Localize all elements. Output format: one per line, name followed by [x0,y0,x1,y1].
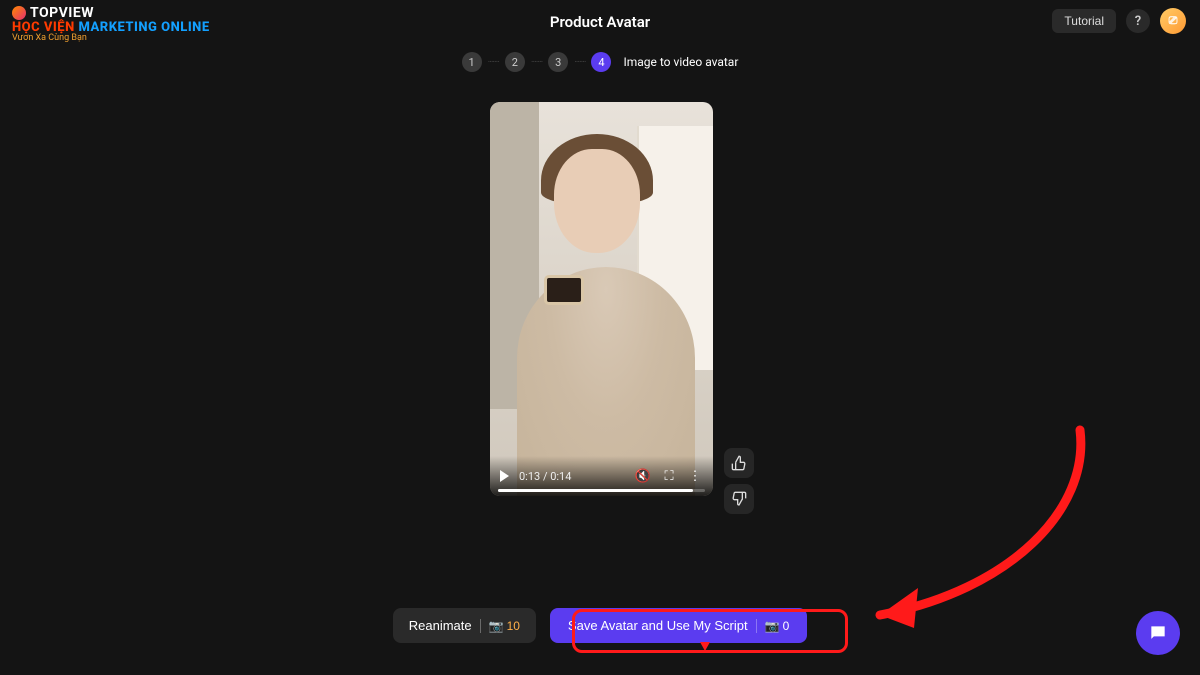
chat-icon [1148,623,1168,643]
brand-logo: TOPVIEW HỌC VIỆN MARKETING ONLINE Vươn X… [12,6,210,44]
logo-tagline: Vươn Xa Cùng Bạn [12,34,210,43]
page-title: Product Avatar [550,13,650,31]
avatar-icon: ⎚ [1169,14,1178,28]
step-separator: ······· [574,57,585,68]
header-actions: Tutorial ? ⎚ [1052,8,1186,34]
save-avatar-label: Save Avatar and Use My Script [568,618,748,633]
video-time: 0:13 / 0:14 [519,470,571,483]
help-button[interactable]: ? [1126,9,1150,33]
save-cost-value: 0 [783,619,790,633]
divider [480,619,481,633]
step-4-active[interactable]: 4 [591,52,611,72]
annotation-arrow-icon [840,420,1100,640]
tutorial-button[interactable]: Tutorial [1052,9,1116,33]
logo-mark-icon [12,6,26,20]
step-4-label: Image to video avatar [623,55,738,69]
thumbs-down-button[interactable] [724,484,754,514]
step-3[interactable]: 3 [548,52,568,72]
step-1[interactable]: 1 [462,52,482,72]
reanimate-cost-value: 10 [507,619,520,633]
credit-icon: 📷 [489,619,504,633]
thumbs-up-button[interactable] [724,448,754,478]
credit-icon: 📷 [765,619,780,633]
step-separator: ······· [531,57,542,68]
save-avatar-button[interactable]: Save Avatar and Use My Script 📷 0 [550,608,807,643]
brand-name: TOPVIEW [30,6,94,21]
more-icon[interactable]: ⋮ [687,468,703,484]
user-avatar[interactable]: ⎚ [1160,8,1186,34]
reanimate-cost: 📷 10 [489,619,520,633]
reanimate-label: Reanimate [409,618,472,633]
video-progress[interactable] [498,489,705,492]
thumbs-down-icon [731,491,747,507]
reanimate-button[interactable]: Reanimate 📷 10 [393,608,536,643]
annotation-cursor-icon [700,642,710,651]
mute-icon[interactable]: 🔇 [635,468,651,484]
app-header: TOPVIEW HỌC VIỆN MARKETING ONLINE Vươn X… [0,0,1200,44]
chat-support-button[interactable] [1136,611,1180,655]
play-icon[interactable] [500,470,509,482]
step-separator: ······· [488,57,499,68]
divider [756,619,757,633]
thumbs-up-icon [731,455,747,471]
action-bar: Reanimate 📷 10 Save Avatar and Use My Sc… [0,608,1200,643]
avatar-video-preview[interactable]: 0:13 / 0:14 🔇 ⛶ ⋮ [490,102,713,496]
step-2[interactable]: 2 [505,52,525,72]
video-controls: 0:13 / 0:14 🔇 ⛶ ⋮ [490,456,713,496]
fullscreen-icon[interactable]: ⛶ [661,468,677,484]
logo-line2b: MARKETING ONLINE [79,20,210,35]
video-frame-illustration [490,102,713,496]
wizard-stepper: 1 ······· 2 ······· 3 ······· 4 Image to… [0,52,1200,72]
save-cost: 📷 0 [765,619,790,633]
